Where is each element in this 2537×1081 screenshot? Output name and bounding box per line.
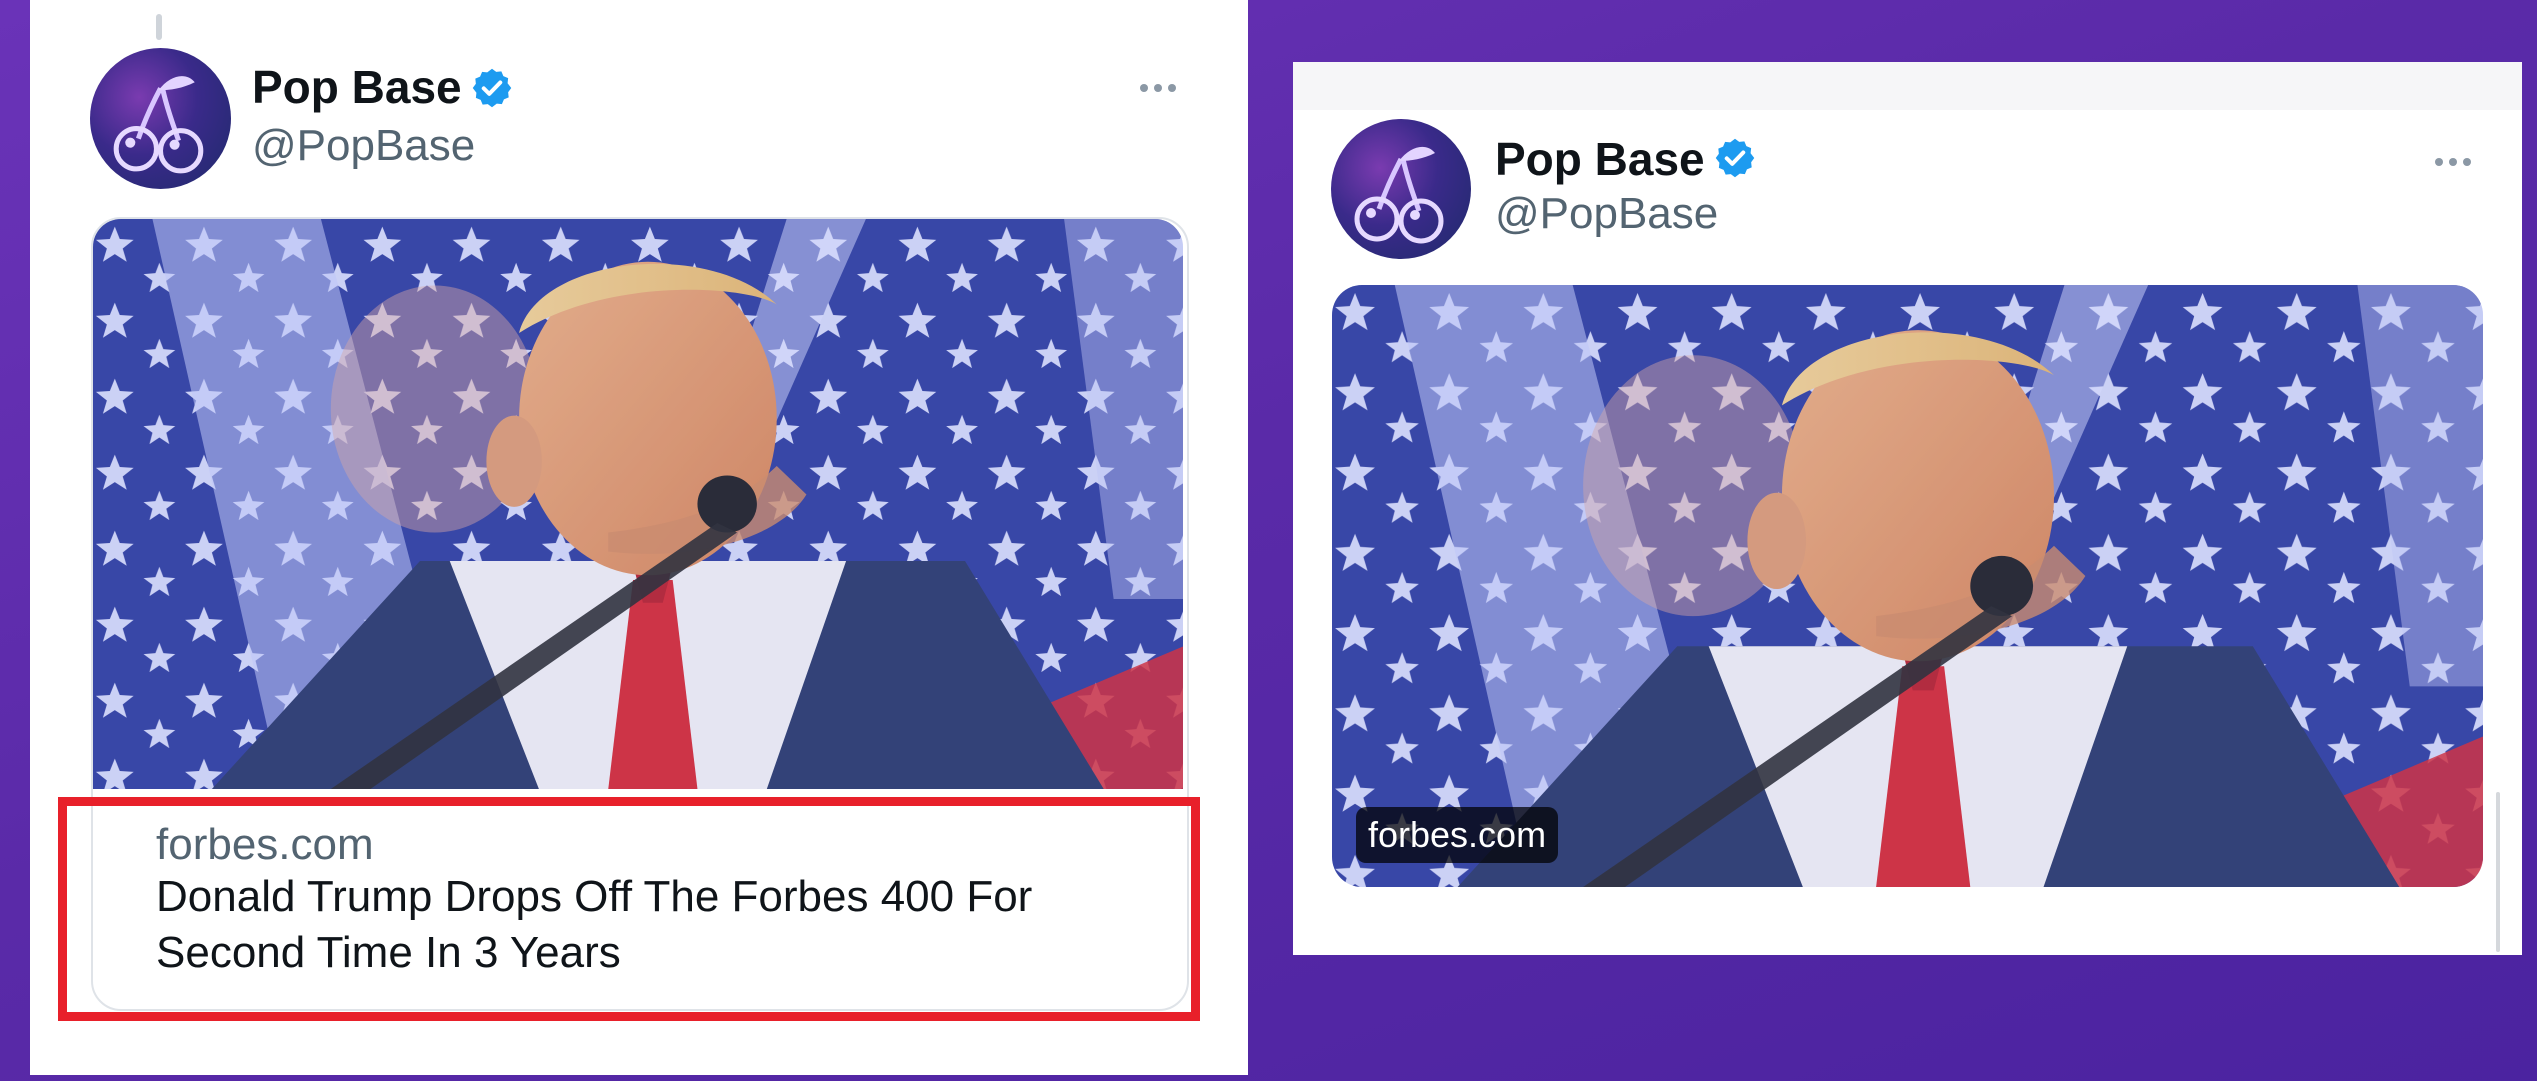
tweet-card-right: Pop Base @PopBase forbes.com	[1293, 62, 2522, 955]
avatar[interactable]	[1331, 119, 1471, 259]
avatar[interactable]	[90, 48, 231, 189]
tweet-card-left: Pop Base @PopBase forbes.com Donald Trum…	[30, 0, 1248, 1075]
top-band	[1293, 62, 2522, 110]
display-name[interactable]: Pop Base	[252, 64, 462, 110]
link-domain-chip[interactable]: forbes.com	[1356, 807, 1559, 863]
verified-badge-icon	[1713, 136, 1757, 180]
more-icon[interactable]	[2435, 158, 2471, 166]
user-handle[interactable]: @PopBase	[1495, 192, 1718, 236]
link-preview-image[interactable]	[1332, 285, 2483, 887]
user-handle[interactable]: @PopBase	[252, 124, 475, 168]
scrollbar[interactable]	[2496, 792, 2500, 952]
thread-connector-line	[156, 14, 162, 40]
link-preview-image[interactable]	[93, 219, 1183, 789]
cherry-icon	[90, 48, 231, 189]
more-icon[interactable]	[1140, 84, 1176, 92]
verified-badge-icon	[470, 66, 514, 110]
display-name[interactable]: Pop Base	[1495, 136, 1705, 182]
cherry-icon	[1331, 119, 1471, 259]
highlight-annotation-box	[58, 797, 1200, 1021]
